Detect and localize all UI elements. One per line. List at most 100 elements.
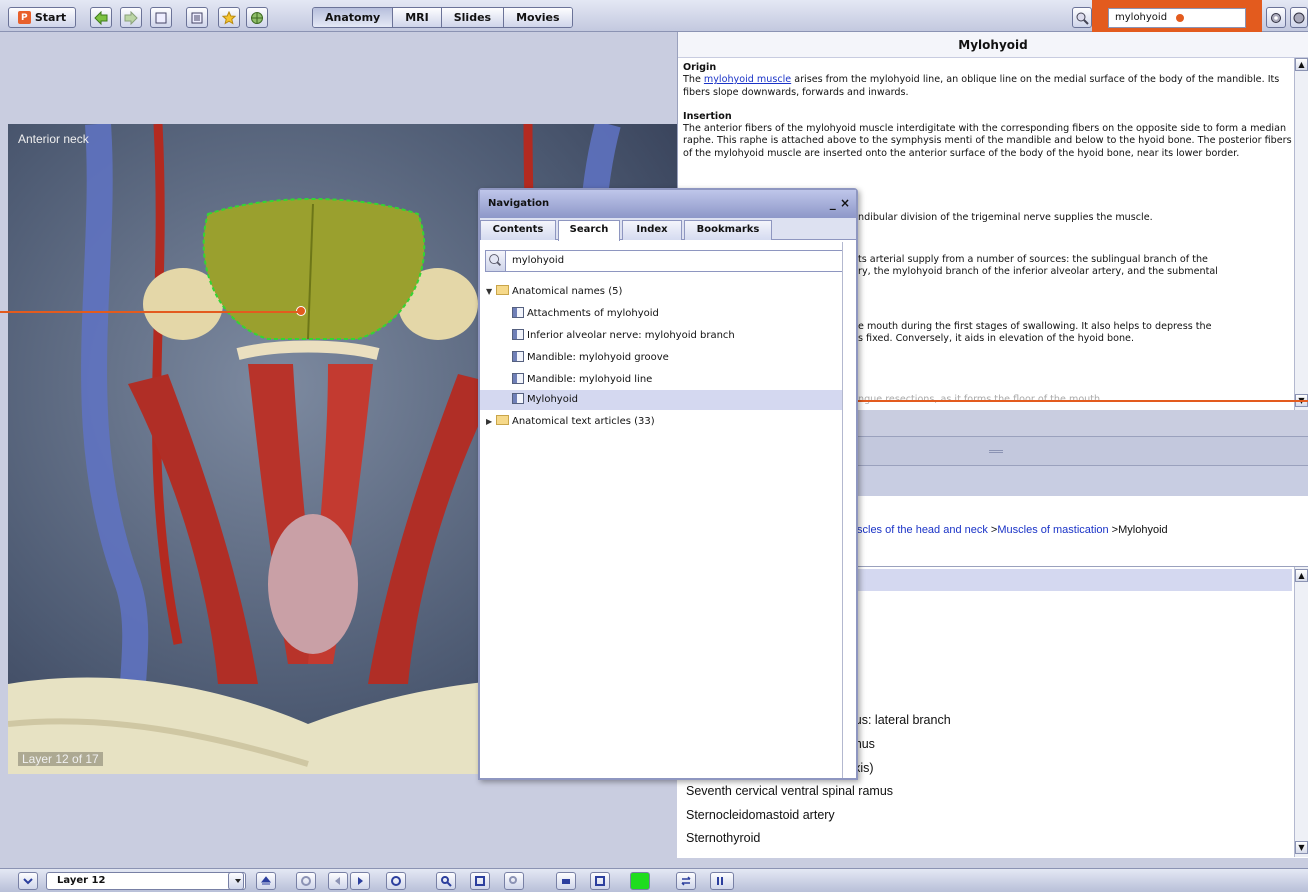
search-image-button[interactable]: [504, 872, 524, 890]
minimize-icon[interactable]: _: [830, 196, 836, 210]
tab-anatomy[interactable]: Anatomy: [313, 8, 394, 27]
tree-item[interactable]: Mandible: mylohyoid groove: [512, 348, 669, 368]
sort-button[interactable]: [710, 872, 734, 890]
page-button[interactable]: [150, 7, 172, 28]
article-icon: [512, 351, 524, 362]
help-button[interactable]: [1290, 7, 1308, 28]
article-body: Origin The mylohyoid muscle arises from …: [683, 62, 1293, 172]
settings-icon: [1271, 12, 1281, 23]
tree-item-selected[interactable]: Mylohyoid: [480, 390, 842, 410]
navigation-window[interactable]: Navigation _ × Contents Search Index Boo…: [478, 188, 858, 780]
article-scrollbar[interactable]: ▲ ▼: [1294, 58, 1308, 410]
callout-line: [0, 311, 302, 313]
tab-index[interactable]: Index: [622, 220, 682, 240]
module-tabs: Anatomy MRI Slides Movies: [312, 7, 573, 28]
chevron-down-icon: [23, 878, 33, 885]
cycle-button[interactable]: [386, 872, 406, 890]
folder-icon: [496, 415, 509, 425]
tab-contents[interactable]: Contents: [480, 220, 556, 240]
layer-select[interactable]: Layer 12: [46, 872, 246, 890]
close-icon[interactable]: ×: [840, 196, 850, 210]
save-button[interactable]: [590, 872, 610, 890]
scroll-up-arrow-icon[interactable]: ▲: [1295, 569, 1308, 582]
navigation-title[interactable]: Navigation: [480, 190, 856, 218]
favorites-button[interactable]: [218, 7, 240, 28]
tab-slides[interactable]: Slides: [441, 8, 505, 27]
tree-group-text-articles[interactable]: ▶ Anatomical text articles (33): [486, 412, 655, 432]
list-item[interactable]: Sternothyroid: [686, 831, 760, 845]
page-icon: [155, 12, 167, 23]
insertion-paragraph: The anterior fibers of the mylohyoid mus…: [683, 123, 1292, 159]
layer-label: Layer 12 of 17: [18, 752, 103, 766]
search-icon[interactable]: [486, 251, 506, 271]
search-icon: [1076, 12, 1089, 25]
collapsed-triangle-icon[interactable]: ▶: [486, 412, 496, 432]
print-button[interactable]: [556, 872, 576, 890]
online-button[interactable]: [246, 7, 268, 28]
tab-search[interactable]: Search: [558, 220, 620, 241]
next-button[interactable]: [350, 872, 370, 890]
tab-movies[interactable]: Movies: [504, 8, 572, 27]
navigation-search-input[interactable]: mylohyoid: [512, 255, 564, 266]
start-button[interactable]: P Start: [8, 7, 76, 28]
zoom-button[interactable]: [436, 872, 456, 890]
breadcrumb-item-muscles-mastication[interactable]: Muscles of mastication: [997, 524, 1108, 536]
tree-group-anatomical-names[interactable]: ▼ Anatomical names (5): [486, 282, 622, 302]
callout-dot: [1175, 13, 1185, 23]
tree-item-label: Inferior alveolar nerve: mylohyoid branc…: [527, 330, 735, 341]
breadcrumb: scles of the head and neck >Muscles of m…: [857, 524, 1168, 536]
back-arrow-icon: [94, 10, 108, 25]
fit-button[interactable]: [470, 872, 490, 890]
navigation-scrollbar[interactable]: [842, 242, 856, 778]
highlight-color-button[interactable]: [630, 872, 650, 890]
mylohyoid-muscle-link[interactable]: mylohyoid muscle: [704, 74, 791, 85]
bottom-toolbar: Layer 12: [0, 868, 1308, 892]
tab-bookmarks[interactable]: Bookmarks: [684, 220, 772, 240]
list-scrollbar[interactable]: ▲ ▼: [1294, 567, 1308, 857]
top-toolbar: P Start Anatomy MRI Slides Movies mylohy…: [0, 0, 1308, 44]
compare-button[interactable]: [676, 872, 696, 890]
tree-item[interactable]: Mandible: mylohyoid line: [512, 370, 652, 390]
dropdown-arrow-icon: [235, 879, 241, 883]
back-button[interactable]: [90, 7, 112, 28]
scroll-down-arrow-icon[interactable]: ▼: [1295, 841, 1308, 854]
view-label: Anterior neck: [18, 132, 89, 146]
list-button[interactable]: [186, 7, 208, 28]
previous-icon: [335, 877, 340, 885]
rotate-icon: [301, 876, 311, 886]
tree-item-label: Attachments of mylohyoid: [527, 308, 659, 319]
expanded-triangle-icon[interactable]: ▼: [486, 282, 496, 302]
scroll-up-arrow-icon[interactable]: ▲: [1295, 58, 1308, 71]
breadcrumb-item-current: Mylohyoid: [1118, 524, 1168, 536]
tree-item[interactable]: Attachments of mylohyoid: [512, 304, 659, 324]
star-icon: [222, 10, 236, 25]
navigation-search-field[interactable]: mylohyoid: [485, 250, 853, 272]
nerve-supply-text: ndibular division of the trigeminal nerv…: [858, 212, 1153, 223]
print-icon: [562, 879, 570, 884]
eject-button[interactable]: [256, 872, 276, 890]
layer-menu-button[interactable]: [18, 872, 38, 890]
action-line-1: e mouth during the first stages of swall…: [858, 321, 1212, 332]
tab-mri[interactable]: MRI: [393, 8, 442, 27]
navigation-tabs: Contents Search Index Bookmarks: [480, 218, 856, 241]
grip-icon: [989, 450, 1003, 453]
list-item[interactable]: Sternocleidomastoid artery: [686, 808, 835, 822]
tree-group-label: Anatomical text articles (33): [512, 416, 655, 427]
layer-dropdown-button[interactable]: [228, 872, 244, 890]
tree-item[interactable]: Inferior alveolar nerve: mylohyoid branc…: [512, 326, 735, 346]
tree-item-label: Mandible: mylohyoid groove: [527, 352, 669, 363]
previous-button[interactable]: [328, 872, 348, 890]
settings-button[interactable]: [1266, 7, 1286, 28]
search-button[interactable]: [1072, 7, 1092, 28]
fit-icon: [475, 876, 485, 886]
rotate-button[interactable]: [296, 872, 316, 890]
forward-button[interactable]: [120, 7, 142, 28]
article-icon: [512, 329, 524, 340]
forward-arrow-icon: [124, 10, 138, 25]
cycle-icon: [391, 876, 401, 886]
breadcrumb-item-muscles-head-neck[interactable]: scles of the head and neck: [857, 524, 988, 536]
blood-supply-text: ts arterial supply from a number of sour…: [858, 254, 1218, 279]
folder-icon: [496, 285, 509, 295]
list-item[interactable]: Seventh cervical ventral spinal ramus: [686, 784, 893, 798]
breadcrumb-sep: >: [1108, 524, 1119, 536]
